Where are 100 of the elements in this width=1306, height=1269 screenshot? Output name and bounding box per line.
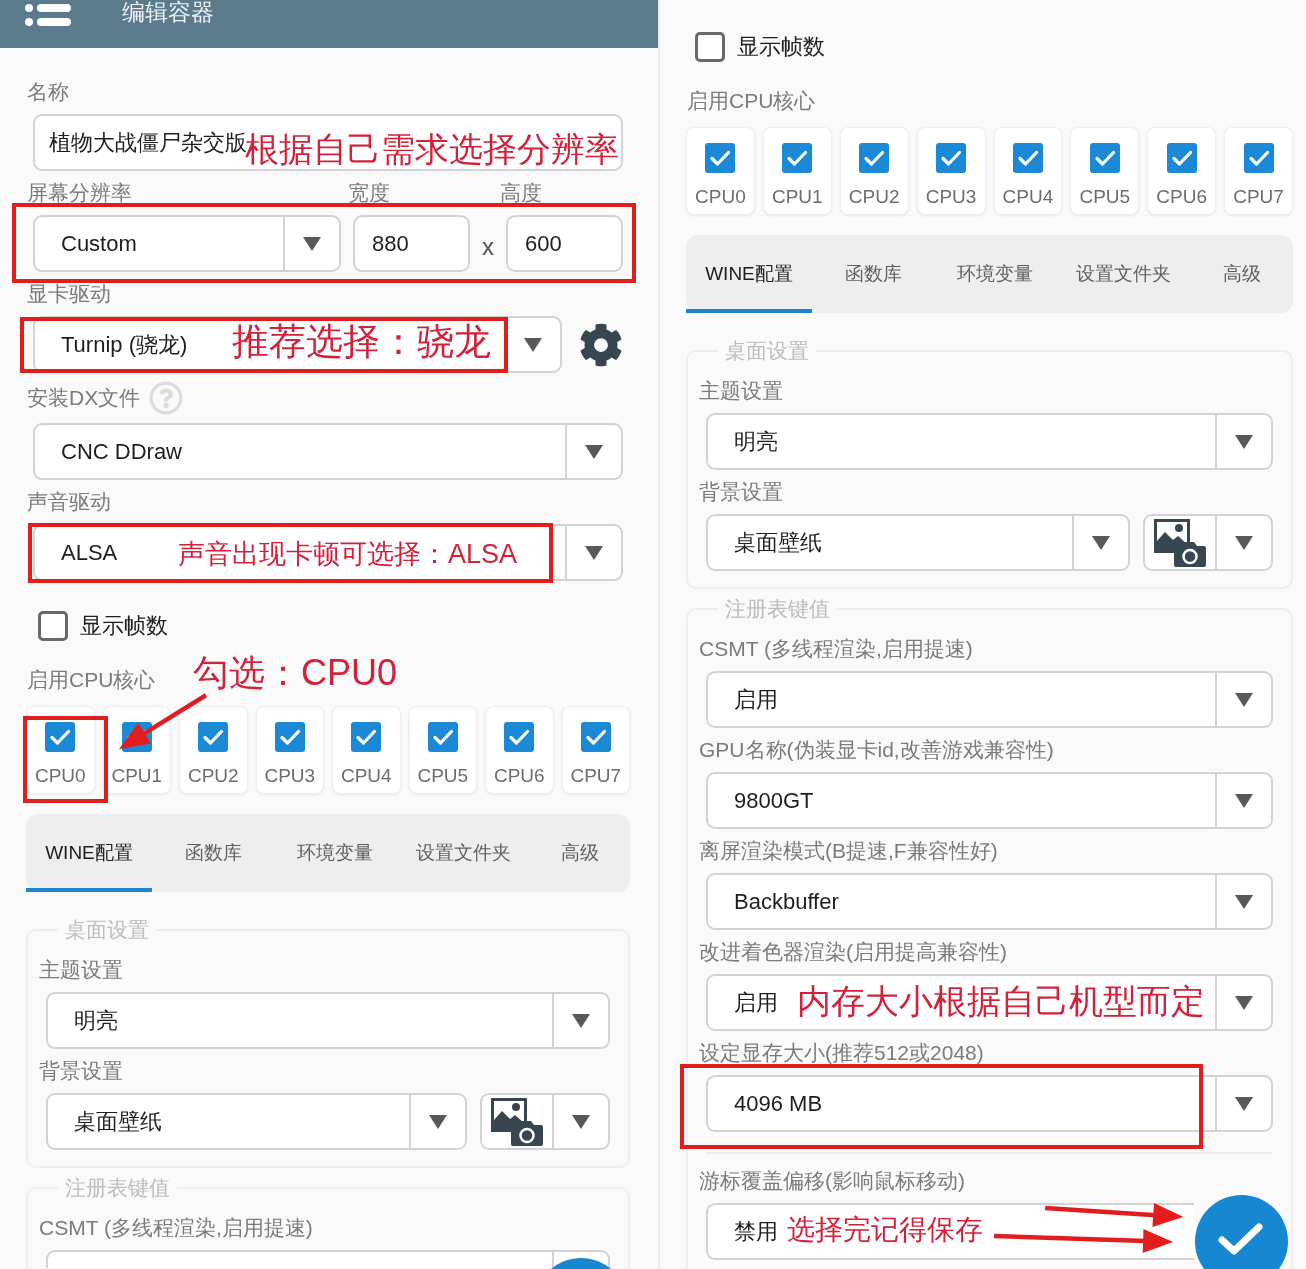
checkbox[interactable] [45,722,76,752]
gear-icon[interactable] [579,322,623,367]
header-title: 编辑容器 [122,0,214,25]
cpu-option[interactable]: CPU4 [332,706,401,794]
field-label: 显卡驱动 [27,281,111,307]
callout-text: 勾选：CPU0 [193,653,398,693]
field-label: GPU名称(伪装显卡id,改善游戏兼容性) [699,737,1054,763]
cpu-option[interactable]: CPU6 [1147,127,1217,215]
text-field[interactable]: 600 [506,215,623,272]
field-label: 启用CPU核心 [27,667,156,693]
cpu-option[interactable]: CPU0 [26,706,95,794]
tab[interactable]: WINE配置 [26,814,152,892]
cpu-option[interactable]: CPU0 [686,127,755,215]
tab[interactable]: 高级 [530,814,630,892]
field-label: 设定显存大小(推荐512或2048) [699,1040,984,1066]
dropdown-field[interactable] [46,1250,610,1268]
cpu-option[interactable]: CPU4 [993,127,1063,215]
field-label: 高度 [500,180,542,206]
caret-icon [585,444,603,459]
field-label: 背景设置 [699,479,783,505]
cpu-option[interactable]: CPU2 [179,706,248,794]
checkbox[interactable] [198,722,229,752]
tab[interactable]: 函数库 [812,235,934,313]
dropdown-field[interactable]: Backbuffer [706,873,1273,930]
callout-text: 根据自己需求选择分辨率 [245,131,619,169]
cpu-option[interactable]: CPU3 [255,706,324,794]
cpu-option[interactable]: CPU3 [916,127,986,215]
caret-icon [429,1114,447,1129]
checkbox[interactable] [859,143,890,173]
checkbox[interactable] [1089,143,1120,173]
checkbox[interactable] [274,722,305,752]
checkbox[interactable] [1012,143,1043,173]
caret-icon [1092,535,1110,550]
dropdown-field[interactable]: 明亮 [46,992,610,1049]
field-label: 屏幕分辨率 [27,180,132,206]
dropdown-field[interactable]: 明亮 [706,413,1273,470]
tab[interactable]: 设置文件夹 [396,814,530,892]
checkbox[interactable] [504,722,535,752]
checkbox-label: 显示帧数 [80,612,168,640]
checkbox[interactable] [705,143,736,173]
confirm-button[interactable] [1195,1195,1288,1269]
cpu-option[interactable]: CPU2 [839,127,909,215]
checkbox[interactable] [427,722,458,752]
image-picker[interactable] [1143,514,1273,571]
cpu-option[interactable]: CPU5 [408,706,477,794]
field-label: 宽度 [348,180,390,206]
caret-icon [1235,692,1253,707]
checkbox[interactable] [936,143,967,173]
dropdown-field[interactable]: 4096 MB [706,1075,1273,1132]
image-picker[interactable] [480,1093,610,1150]
dropdown-field[interactable]: 桌面壁纸 [46,1093,467,1150]
caret-icon [572,1114,590,1129]
caret-icon [1235,995,1253,1010]
dropdown-field[interactable]: CNC DDraw [33,423,623,480]
cpu-option[interactable]: CPU7 [1224,127,1293,215]
caret-icon [1235,535,1253,550]
tab[interactable]: 高级 [1190,235,1293,313]
tab[interactable]: 函数库 [152,814,274,892]
caret-icon [303,236,321,251]
cpu-option[interactable]: CPU5 [1070,127,1140,215]
checkbox[interactable] [695,32,725,62]
field-label: 游标覆盖偏移(影响鼠标移动) [699,1168,965,1194]
caret-icon [524,337,542,352]
caret-icon [1235,894,1253,909]
cpu-option[interactable]: CPU6 [485,706,554,794]
checkbox[interactable] [580,722,611,752]
field-label: CSMT (多线程渲染,启用提速) [699,636,973,662]
field-label: 主题设置 [39,957,123,983]
text-field[interactable]: 880 [353,215,470,272]
cpu-option[interactable]: CPU1 [762,127,832,215]
dropdown-field[interactable]: 启用 [706,671,1273,728]
image-camera-icon [491,1097,543,1146]
dropdown-field[interactable]: 9800GT [706,772,1273,829]
checkbox[interactable] [782,143,813,173]
section-title: 注册表键值 [64,1176,171,1200]
checkbox[interactable] [351,722,382,752]
field-label: 主题设置 [699,378,783,404]
dropdown-field[interactable]: Custom [33,215,341,272]
caret-icon [1235,1096,1253,1111]
tab[interactable]: 环境变量 [934,235,1056,313]
dimension-separator: x [482,231,494,260]
dropdown-field[interactable]: 桌面壁纸 [706,514,1130,571]
field-label: 改进着色器渲染(启用提高兼容性) [699,939,1007,965]
checkbox[interactable] [1166,143,1197,173]
field-label: CSMT (多线程渲染,启用提速) [39,1215,313,1241]
image-camera-icon [1154,518,1206,567]
caret-icon [1235,793,1253,808]
menu-icon[interactable] [25,4,71,26]
check-icon [1218,1223,1263,1255]
checkbox[interactable] [38,611,68,641]
callout-text: 推荐选择：骁龙 [232,322,491,363]
tab[interactable]: 环境变量 [274,814,396,892]
section-title: 桌面设置 [724,339,810,363]
field-label: 安装DX文件 [27,385,141,411]
cpu-option[interactable]: CPU7 [561,706,630,794]
tab[interactable]: 设置文件夹 [1056,235,1190,313]
section-title: 桌面设置 [64,918,150,942]
confirm-button[interactable] [551,1258,612,1269]
tab[interactable]: WINE配置 [686,235,812,313]
checkbox[interactable] [1243,143,1274,173]
